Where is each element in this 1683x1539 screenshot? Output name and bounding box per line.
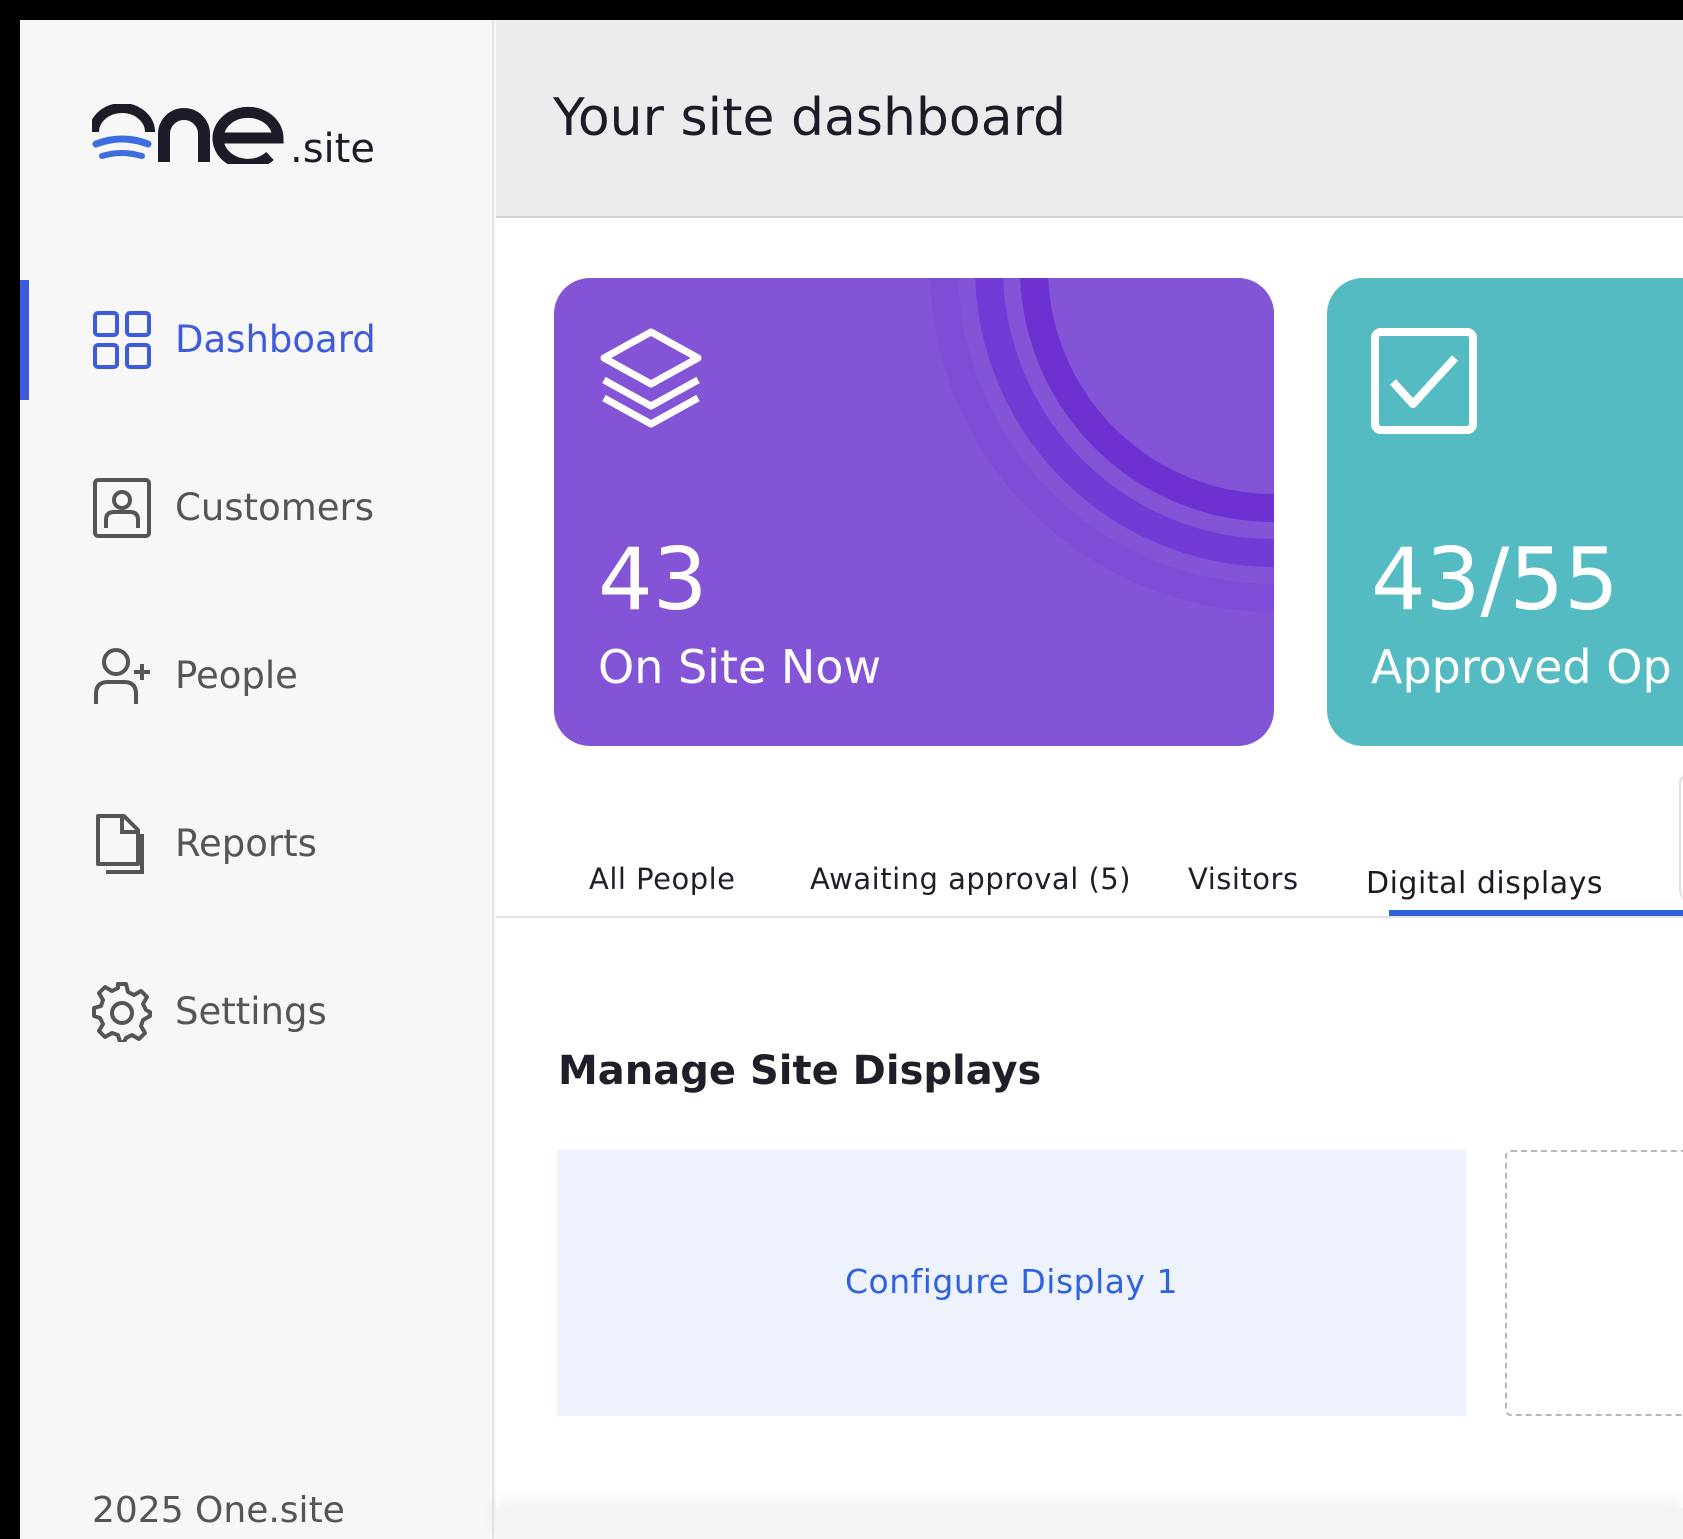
display-card-1[interactable]: Configure Display 1 <box>557 1150 1466 1416</box>
active-tab-indicator <box>1389 910 1683 916</box>
sidebar-item-reports[interactable]: Reports <box>20 784 494 904</box>
app-window: .site Dashboard Customers People Reports… <box>20 20 1683 1539</box>
sidebar-item-people[interactable]: People <box>20 616 494 736</box>
logo-suffix: .site <box>290 126 375 172</box>
tab-all-people[interactable]: All People <box>589 862 736 896</box>
tab-bar: All People Awaiting approval (5) Visitor… <box>496 810 1683 918</box>
section-title: Manage Site Displays <box>558 1048 1042 1094</box>
stat-value: 43 <box>598 530 708 630</box>
tab-digital-displays[interactable]: Digital displays <box>1366 866 1603 901</box>
document-icon <box>96 814 144 874</box>
page-header: Your site dashboard <box>496 20 1683 218</box>
grid-icon <box>93 311 151 369</box>
sidebar-item-label: Reports <box>175 822 317 865</box>
stat-card-approved[interactable]: 43/55 Approved Op <box>1327 278 1683 746</box>
sidebar-item-settings[interactable]: Settings <box>20 952 494 1072</box>
stat-label: Approved Op <box>1371 640 1672 694</box>
checkbox-icon <box>1371 328 1477 434</box>
sidebar: .site Dashboard Customers People Reports… <box>20 20 494 1539</box>
sidebar-item-label: Dashboard <box>175 318 376 361</box>
main-content: Your site dashboard 43 On Site Now 43/55… <box>496 20 1683 1539</box>
contact-card-icon <box>93 478 151 538</box>
configure-display-link[interactable]: Configure Display 1 <box>557 1262 1466 1301</box>
stat-card-on-site[interactable]: 43 On Site Now <box>554 278 1274 746</box>
sidebar-item-label: Customers <box>175 486 375 529</box>
page-title: Your site dashboard <box>553 88 1067 148</box>
logo-mark-icon <box>92 104 284 164</box>
logo[interactable]: .site <box>92 84 412 172</box>
main-footer-strip <box>496 1508 1683 1539</box>
sidebar-item-customers[interactable]: Customers <box>20 448 494 568</box>
sidebar-item-label: People <box>175 654 298 697</box>
gear-icon <box>92 982 152 1042</box>
add-display-slot[interactable] <box>1505 1150 1683 1416</box>
user-plus-icon <box>94 648 150 704</box>
copyright-text: 2025 One.site <box>92 1490 345 1531</box>
sidebar-item-label: Settings <box>175 990 327 1033</box>
stat-label: On Site Now <box>598 640 882 694</box>
stat-value: 43/55 <box>1371 530 1619 630</box>
layers-icon <box>600 328 702 428</box>
sidebar-item-dashboard[interactable]: Dashboard <box>20 280 494 400</box>
tab-awaiting-approval[interactable]: Awaiting approval (5) <box>810 862 1131 896</box>
tab-visitors[interactable]: Visitors <box>1188 862 1299 896</box>
